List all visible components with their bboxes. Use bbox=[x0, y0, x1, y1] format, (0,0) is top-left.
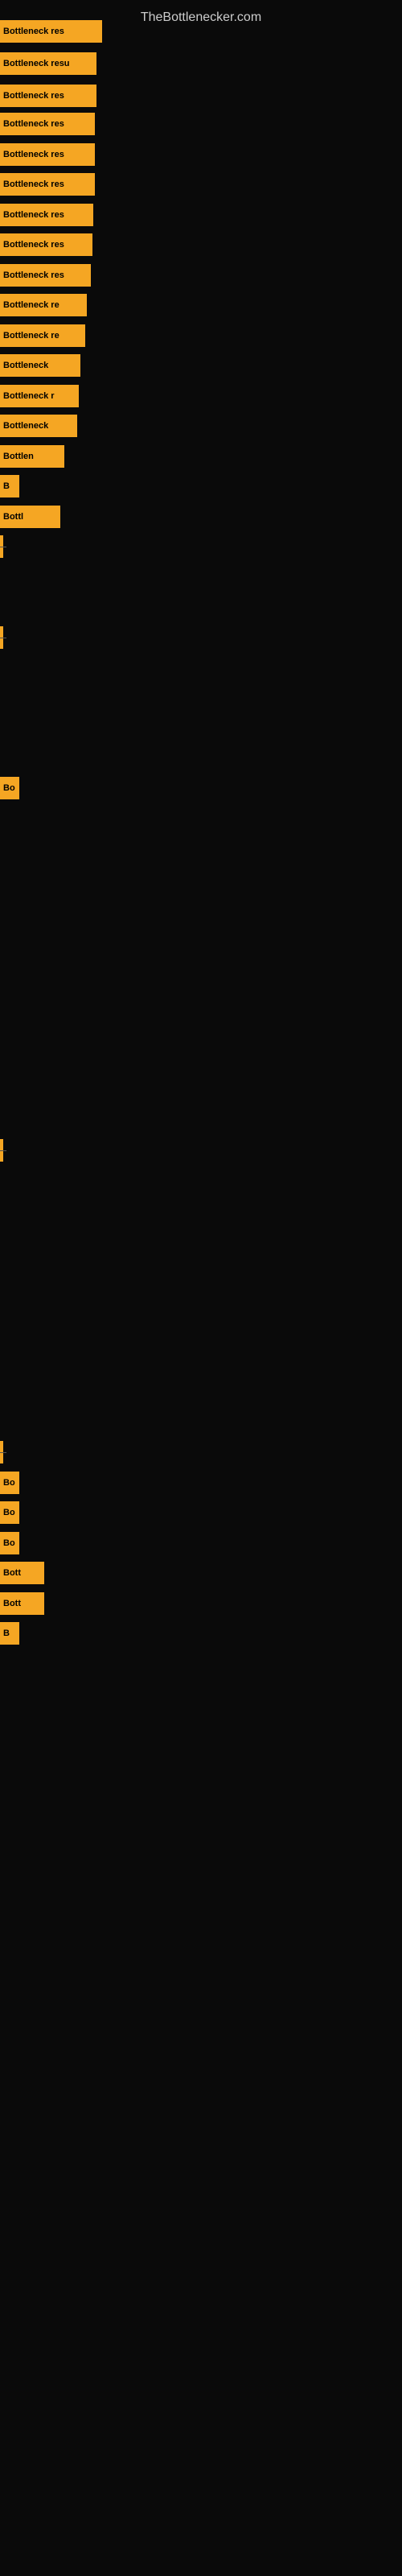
bottleneck-bar: Bottleneck resu bbox=[0, 52, 96, 75]
bar-label: Bottleneck res bbox=[3, 119, 64, 129]
bar-label: Bottleneck res bbox=[3, 180, 64, 189]
bar-label: Bottleneck res bbox=[3, 270, 64, 280]
bottleneck-bar: Bottleneck res bbox=[0, 264, 91, 287]
tick-line bbox=[0, 1150, 6, 1151]
bar-label: Bottleneck res bbox=[3, 27, 64, 36]
bottleneck-bar: Bo bbox=[0, 1501, 19, 1524]
bottleneck-bar: Bottleneck re bbox=[0, 294, 87, 316]
bar-label: Bottleneck bbox=[3, 421, 48, 431]
bar-label: Bo bbox=[3, 1508, 15, 1517]
bottleneck-bar: B bbox=[0, 1622, 19, 1645]
bar-label: Bottl bbox=[3, 512, 23, 522]
bar-label: Bottleneck res bbox=[3, 150, 64, 159]
bar-label: Bott bbox=[3, 1568, 21, 1578]
bottleneck-bar: Bottleneck res bbox=[0, 173, 95, 196]
bar-label: B bbox=[3, 481, 10, 491]
bottleneck-bar: Bottleneck res bbox=[0, 233, 92, 256]
bottleneck-bar: Bottleneck bbox=[0, 415, 77, 437]
bottleneck-bar: Bottleneck res bbox=[0, 143, 95, 166]
bar-label: Bottleneck res bbox=[3, 210, 64, 220]
bar-label: Bottleneck res bbox=[3, 240, 64, 250]
bottleneck-bar: Bottl bbox=[0, 506, 60, 528]
bottleneck-bar: Bottlen bbox=[0, 445, 64, 468]
bar-label: Bottleneck re bbox=[3, 300, 59, 310]
bottleneck-bar: Bott bbox=[0, 1562, 44, 1584]
bottleneck-bar: Bottleneck re bbox=[0, 324, 85, 347]
bottleneck-bar: Bo bbox=[0, 1472, 19, 1494]
bar-label: Bott bbox=[3, 1599, 21, 1608]
bottleneck-bar: Bott bbox=[0, 1592, 44, 1615]
tick-line bbox=[0, 1452, 6, 1453]
bar-label: Bottleneck bbox=[3, 361, 48, 370]
bottleneck-bar: Bottleneck r bbox=[0, 385, 79, 407]
bottleneck-bar: Bottleneck res bbox=[0, 20, 102, 43]
bottleneck-bar: Bottleneck res bbox=[0, 204, 93, 226]
bar-label: Bo bbox=[3, 783, 15, 793]
bar-label: Bottlen bbox=[3, 452, 34, 461]
bottleneck-bar: Bottleneck bbox=[0, 354, 80, 377]
bottleneck-bar: Bo bbox=[0, 777, 19, 799]
bar-label: Bottleneck re bbox=[3, 331, 59, 341]
bar-label: Bo bbox=[3, 1478, 15, 1488]
bar-label: Bottleneck resu bbox=[3, 59, 70, 68]
bottleneck-bar: Bottleneck res bbox=[0, 85, 96, 107]
bar-label: Bo bbox=[3, 1538, 15, 1548]
bar-label: B bbox=[3, 1629, 10, 1638]
bar-label: Bottleneck r bbox=[3, 391, 55, 401]
bar-label: Bottleneck res bbox=[3, 91, 64, 101]
bottleneck-bar: B bbox=[0, 475, 19, 497]
bottleneck-bar: Bo bbox=[0, 1532, 19, 1554]
bottleneck-bar: Bottleneck res bbox=[0, 113, 95, 135]
